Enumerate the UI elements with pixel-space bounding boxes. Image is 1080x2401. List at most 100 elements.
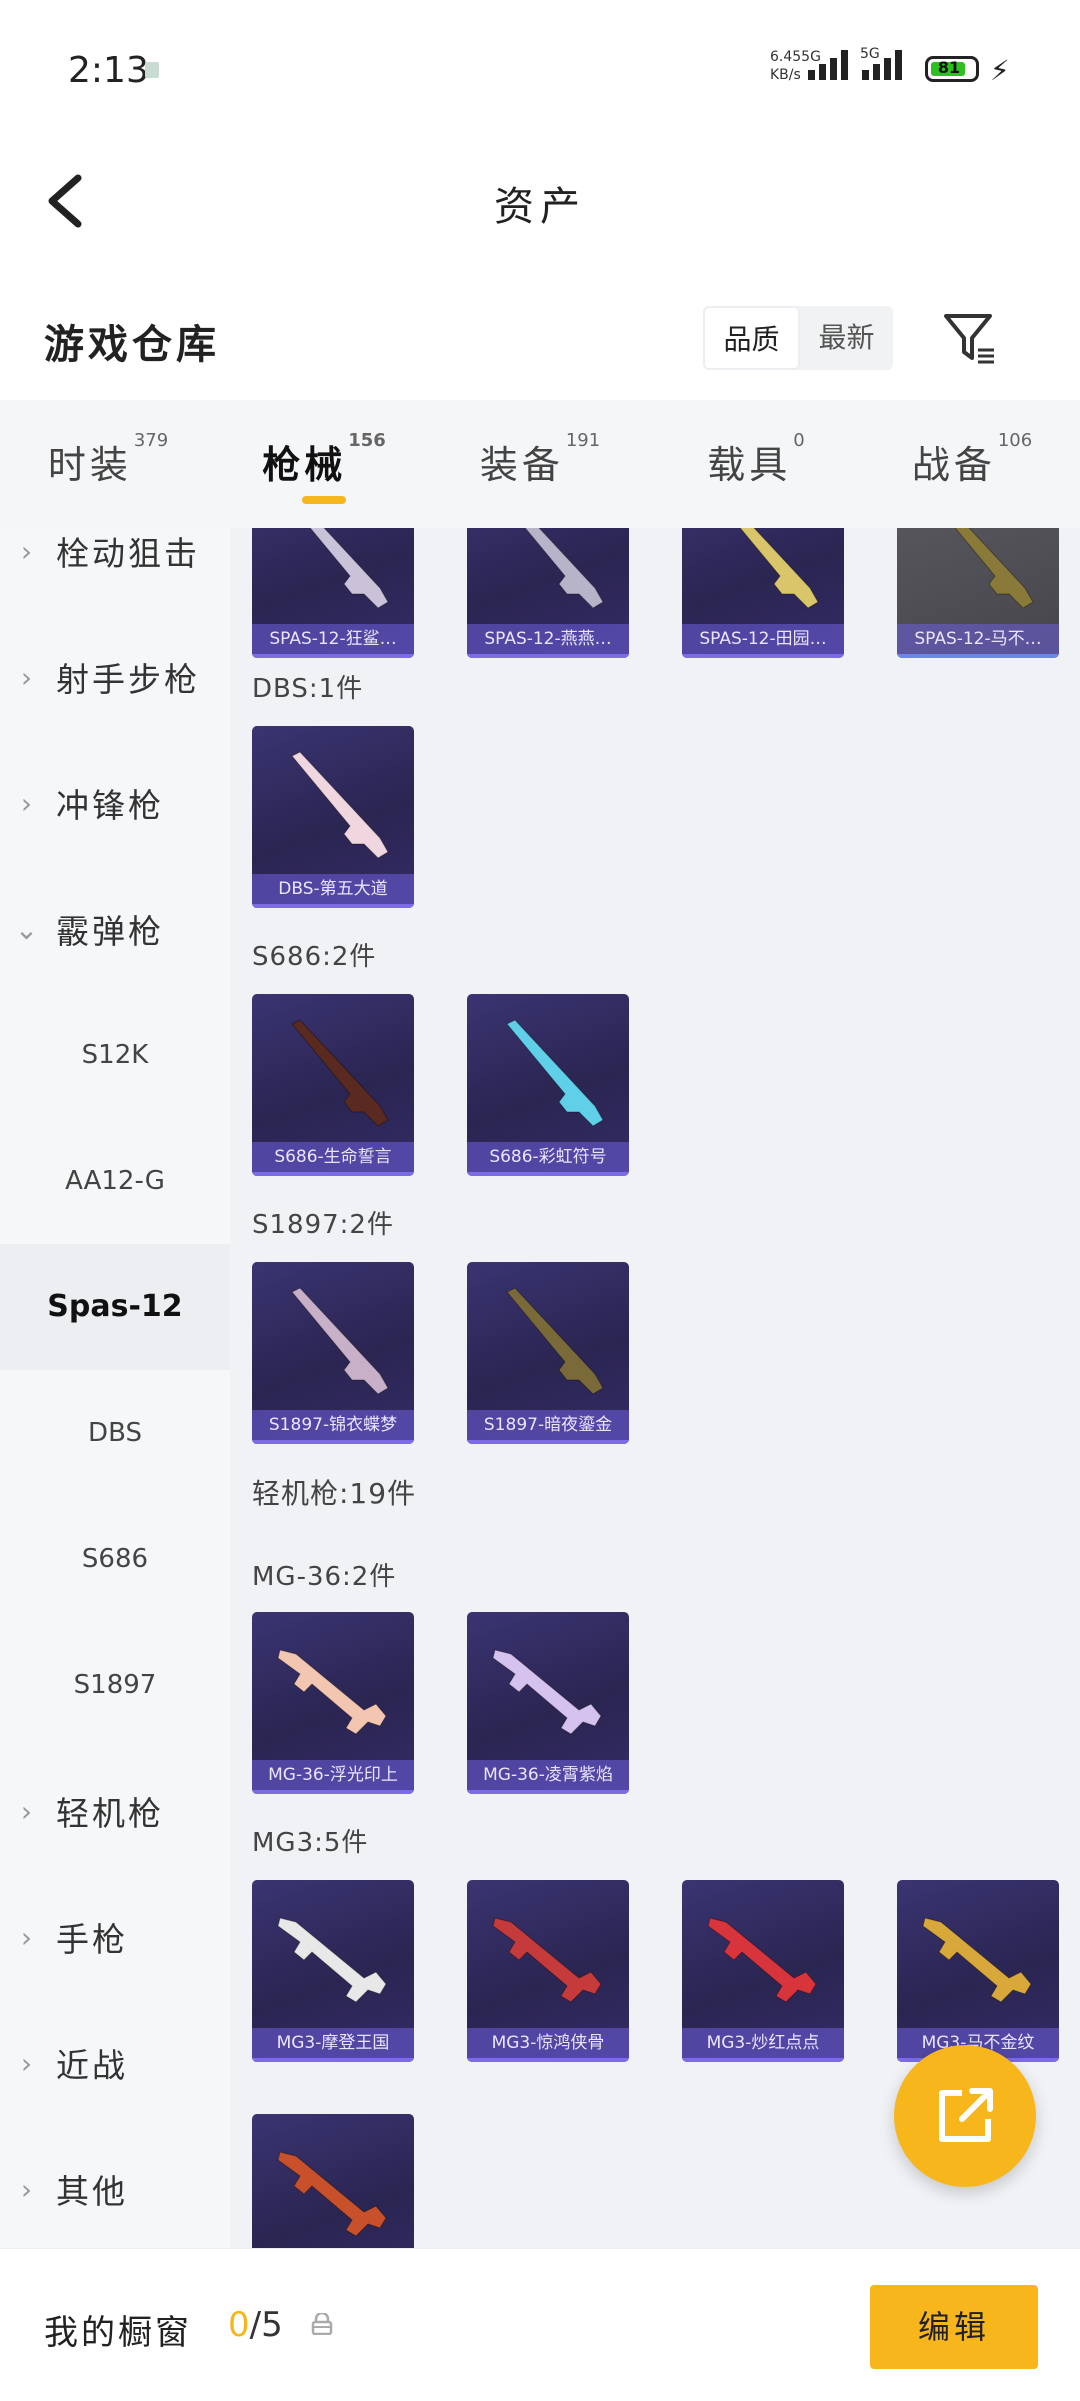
tab-equipment[interactable]: 装备191 — [432, 400, 648, 528]
shotgun-icon — [291, 1019, 389, 1127]
weapon-name: S1897-锦衣蝶梦 — [252, 1410, 414, 1440]
tab-count: 379 — [133, 430, 169, 451]
battery-icon: 81 — [925, 56, 979, 82]
chevron-down-icon: ⌄ — [14, 912, 42, 946]
weapon-silhouette — [922, 1917, 1032, 2003]
tab-fashion[interactable]: 时装379 — [0, 400, 216, 528]
status-bar: 2:13 6.455G KB/s 5G 81 ⚡ — [0, 0, 1080, 140]
sidebar-subitem-dbs[interactable]: DBS — [0, 1370, 230, 1496]
weapon-card[interactable]: MG-36-浮光印上 — [252, 1612, 414, 1794]
sidebar-item-lmg[interactable]: › 轻机枪 — [0, 1748, 230, 1874]
shotgun-icon — [739, 528, 819, 609]
tab-label: 战备 — [911, 443, 996, 487]
weapon-silhouette — [277, 2151, 387, 2237]
signal-icon — [808, 50, 848, 80]
weapon-card[interactable]: MG3-马不金纹 — [897, 1880, 1059, 2062]
weapon-silhouette — [291, 751, 389, 859]
sort-quality-button[interactable]: 品质 — [703, 306, 800, 370]
sidebar-item-label: 手枪 — [56, 1920, 128, 1959]
weapon-card[interactable]: SPAS-12-马不… — [897, 528, 1059, 658]
sidebar-item-label: 霰弹枪 — [56, 912, 164, 951]
status-time: 2:13 — [68, 50, 149, 91]
filter-icon[interactable] — [942, 310, 998, 366]
weapon-card[interactable] — [252, 2114, 414, 2248]
weapon-grid: SPAS-12-狂鲨… SPAS-12-燕燕… SPAS-12-田园… SPAS… — [230, 528, 1080, 2248]
weapon-card[interactable]: MG-36-凌霄紫焰 — [467, 1612, 629, 1794]
sidebar-item-shotgun[interactable]: ⌄ 霰弹枪 — [0, 866, 230, 992]
machine-gun-icon — [277, 1917, 387, 2003]
weapon-silhouette — [954, 528, 1034, 609]
tab-label: 枪械 — [262, 443, 347, 487]
weapon-silhouette — [291, 1287, 389, 1395]
showcase-bar: 我的橱窗 0/5 编辑 — [0, 2248, 1080, 2401]
weapon-name: DBS-第五大道 — [252, 874, 414, 904]
showcase-label: 我的橱窗 — [44, 2313, 192, 2353]
shotgun-icon — [506, 1287, 604, 1395]
showcase-count: 0/5 — [228, 2305, 283, 2345]
tab-count: 106 — [997, 430, 1033, 451]
edit-button[interactable]: 编辑 — [870, 2285, 1038, 2369]
weapon-name: S686-彩虹符号 — [467, 1142, 629, 1172]
sidebar-item-marksman[interactable]: › 射手步枪 — [0, 614, 230, 740]
group-label: MG-36:2件 — [252, 1562, 397, 1592]
chevron-right-icon: › — [20, 2046, 36, 2080]
sidebar-subitem-s686[interactable]: S686 — [0, 1496, 230, 1622]
tab-firearms[interactable]: 枪械156 — [216, 400, 432, 528]
weapon-card[interactable]: S1897-暗夜鎏金 — [467, 1262, 629, 1444]
weapon-silhouette — [277, 1649, 387, 1735]
weapon-silhouette — [492, 1649, 602, 1735]
tab-supplies[interactable]: 战备106 — [864, 400, 1080, 528]
shotgun-icon — [291, 751, 389, 859]
sidebar-subitem-s12k[interactable]: S12K — [0, 992, 230, 1118]
nav-bar: 资产 — [0, 140, 1080, 260]
sidebar-item-label: 栓动狙击 — [56, 534, 200, 573]
weapon-card[interactable]: S686-生命誓言 — [252, 994, 414, 1176]
chevron-right-icon: › — [20, 1794, 36, 1828]
sidebar-subitem-aa12g[interactable]: AA12-G — [0, 1118, 230, 1244]
shotgun-icon — [524, 528, 604, 609]
sidebar-subitem-s1897[interactable]: S1897 — [0, 1622, 230, 1748]
sidebar-item-smg[interactable]: › 冲锋枪 — [0, 740, 230, 866]
weapon-name: SPAS-12-马不… — [897, 624, 1059, 654]
weapon-silhouette — [492, 1917, 602, 2003]
weapon-name: SPAS-12-狂鲨… — [252, 624, 414, 654]
weapon-card[interactable]: DBS-第五大道 — [252, 726, 414, 908]
weapon-card[interactable]: S1897-锦衣蝶梦 — [252, 1262, 414, 1444]
weapon-card[interactable]: MG3-摩登王国 — [252, 1880, 414, 2062]
sidebar-item-label: 轻机枪 — [56, 1794, 164, 1833]
weapon-card[interactable]: SPAS-12-燕燕… — [467, 528, 629, 658]
weapon-name: MG3-炒红点点 — [682, 2028, 844, 2058]
chevron-right-icon: › — [20, 786, 36, 820]
sidebar-item-label: 冲锋枪 — [56, 786, 164, 825]
weapon-silhouette — [524, 528, 604, 609]
weapon-card[interactable]: MG3-炒红点点 — [682, 1880, 844, 2062]
weapon-silhouette — [707, 1917, 817, 2003]
weapon-name: SPAS-12-燕燕… — [467, 624, 629, 654]
weapon-name: MG-36-凌霄紫焰 — [467, 1760, 629, 1790]
weapon-silhouette — [739, 528, 819, 609]
page-title: 资产 — [494, 184, 586, 230]
machine-gun-icon — [492, 1917, 602, 2003]
sidebar-item-bolt-action[interactable]: › 栓动狙击 — [0, 528, 230, 614]
weapon-silhouette — [291, 1019, 389, 1127]
sim-icon — [145, 62, 159, 78]
chevron-right-icon: › — [20, 534, 36, 568]
sidebar-item-other[interactable]: › 其他 — [0, 2126, 230, 2248]
weapon-card[interactable]: S686-彩虹符号 — [467, 994, 629, 1176]
section-title: 游戏仓库 — [44, 322, 220, 368]
signal-icon-2 — [862, 50, 902, 80]
lock-icon — [311, 2313, 333, 2335]
shotgun-icon — [291, 1287, 389, 1395]
sidebar-item-pistol[interactable]: › 手枪 — [0, 1874, 230, 2000]
weapon-name: MG-36-浮光印上 — [252, 1760, 414, 1790]
sidebar-item-melee[interactable]: › 近战 — [0, 2000, 230, 2126]
weapon-card[interactable]: SPAS-12-狂鲨… — [252, 528, 414, 658]
share-button[interactable] — [894, 2045, 1036, 2187]
weapon-card[interactable]: SPAS-12-田园… — [682, 528, 844, 658]
sidebar-item-label: 射手步枪 — [56, 660, 200, 699]
sidebar-subitem-spas12[interactable]: Spas-12 — [0, 1244, 230, 1370]
weapon-card[interactable]: MG3-惊鸿侠骨 — [467, 1880, 629, 2062]
tab-vehicles[interactable]: 载具0 — [648, 400, 864, 528]
weapon-silhouette — [309, 528, 389, 609]
sort-newest-button[interactable]: 最新 — [800, 306, 893, 370]
